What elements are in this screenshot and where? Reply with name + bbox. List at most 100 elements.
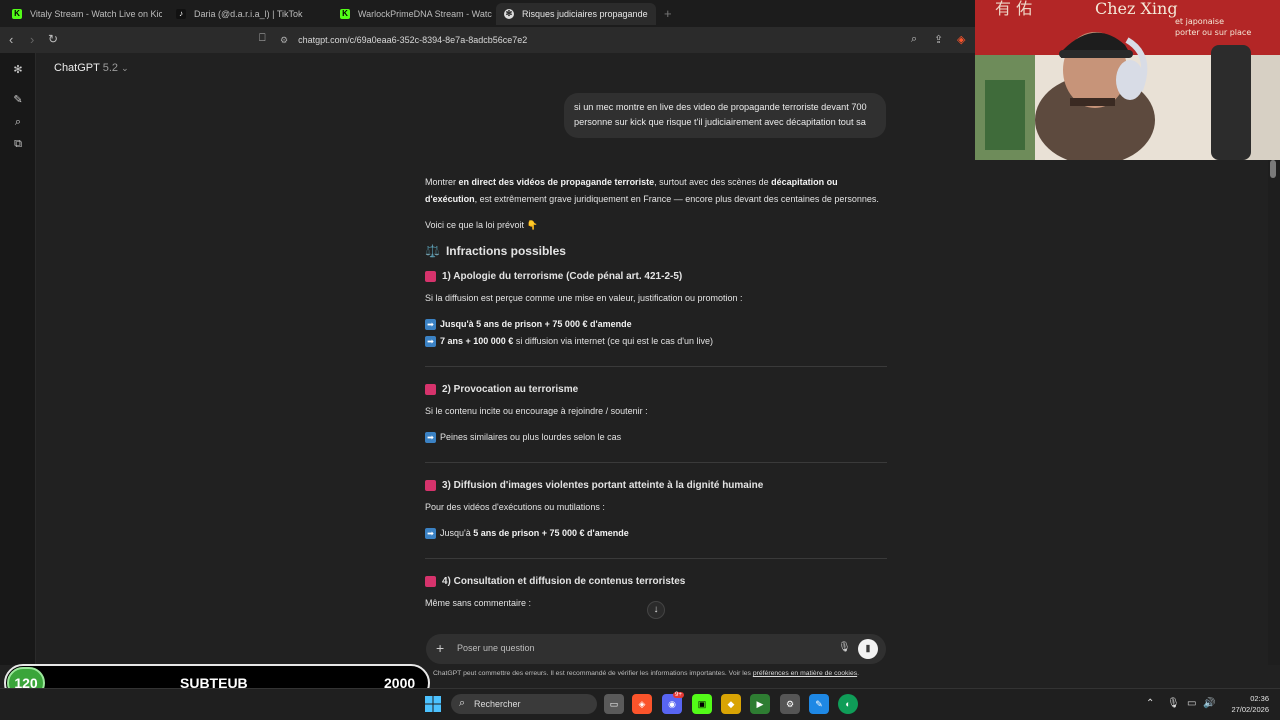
heading-text: Infractions possibles [445, 244, 566, 258]
plus-icon[interactable]: + [436, 640, 444, 656]
url-text: chatgpt.com/c/69a0eaa6-352c-8394-8e7a-8a… [298, 35, 528, 45]
disclaimer-text: ChatGPT peut commettre des erreurs. Il e… [433, 670, 859, 677]
subsection-desc: Si la diffusion est perçue comme une mis… [425, 293, 743, 303]
sign-lettering: et japonaise [1175, 17, 1224, 26]
divider [425, 558, 887, 559]
red-square-icon [425, 384, 436, 395]
clock-time: 02:36 [1250, 694, 1269, 703]
right-arrow-icon: ➡ [425, 319, 436, 330]
penalty-text: Jusqu'à 5 ans de prison + 75 000 € d'ame… [440, 319, 632, 329]
steam-icon[interactable]: ⚙ [780, 694, 800, 714]
section-heading: ⚖️ Infractions possibles [425, 243, 887, 260]
penalty-text: Jusqu'à 5 ans de prison + 75 000 € d'ame… [440, 525, 629, 542]
microphone-icon[interactable]: 🎙 [838, 642, 851, 653]
bookmark-icon[interactable]: ⎕ [259, 32, 266, 45]
address-bar[interactable]: ⚙ chatgpt.com/c/69a0eaa6-352c-8394-8e7a-… [280, 31, 880, 49]
brave-shield-icon[interactable]: ◈ [957, 33, 965, 46]
page-scrollbar[interactable] [1268, 160, 1280, 665]
chatgpt-icon: ✻ [504, 9, 514, 19]
subsection-desc: Pour des vidéos d'exécutions ou mutilati… [425, 502, 605, 512]
editor-icon[interactable]: ✎ [809, 694, 829, 714]
bold-span: 5 ans de prison + 75 000 € d'amende [473, 528, 629, 538]
webcam-overlay: 有 佑 Chez Xing et japonaise porter ou sur… [975, 0, 1280, 160]
search-icon[interactable]: ⌕ [11, 115, 25, 129]
terminal-icon[interactable]: ▶ [750, 694, 770, 714]
right-arrow-icon: ➡ [425, 432, 436, 443]
subsection-title-text: 3) Diffusion d'images violentes portant … [442, 480, 764, 491]
site-info-icon[interactable]: ⚙ [280, 35, 288, 46]
cookie-preferences-link[interactable]: préférences en matière de cookies [753, 670, 857, 677]
library-icon[interactable]: ⧉ [11, 137, 25, 151]
chevron-up-icon[interactable]: ⌃ [1146, 698, 1154, 709]
right-arrow-icon: ➡ [425, 528, 436, 539]
penalty-line: ➡ Jusqu'à 5 ans de prison + 75 000 € d'a… [425, 525, 887, 542]
right-arrow-icon: ➡ [425, 336, 436, 347]
tab-label: Vitaly Stream - Watch Live on Kick [30, 9, 162, 19]
model-name: ChatGPT [54, 62, 100, 74]
subsection-title-2: 2) Provocation au terrorisme [425, 381, 887, 398]
search-icon: ⌕ [459, 697, 466, 709]
display-icon[interactable]: ▭ [1187, 698, 1196, 709]
subsection-title-3: 3) Diffusion d'images violentes portant … [425, 477, 887, 494]
divider [425, 462, 887, 463]
text-span: ChatGPT peut commettre des erreurs. Il e… [433, 670, 753, 677]
text-span: Jusqu'à [440, 528, 474, 538]
forward-arrow-icon[interactable]: › [30, 32, 34, 47]
penalty-line: ➡ Jusqu'à 5 ans de prison + 75 000 € d'a… [425, 316, 887, 333]
volume-icon[interactable]: 🔊 [1203, 698, 1215, 709]
subsection-title-text: 1) Apologie du terrorisme (Code pénal ar… [442, 271, 683, 282]
task-view-icon[interactable]: ▭ [604, 694, 624, 714]
scrollbar-thumb[interactable] [1270, 160, 1276, 178]
divider [425, 366, 887, 367]
tab-warlock-stream[interactable]: K WarlockPrimeDNA Stream - Watch Li [332, 3, 492, 25]
intro-paragraph: Montrer en direct des vidéos de propagan… [425, 174, 887, 208]
subsection-desc: Si le contenu incite ou encourage à rejo… [425, 406, 648, 416]
text-span: . [857, 670, 860, 677]
reload-icon[interactable]: ↻ [48, 32, 58, 46]
tab-vitaly-stream[interactable]: K Vitaly Stream - Watch Live on Kick [4, 3, 162, 25]
penalty-line: ➡ 7 ans + 100 000 € si diffusion via int… [425, 333, 887, 350]
sidebar-rail: ✻ ✎ ⌕ ⧉ [0, 53, 36, 665]
microphone-icon[interactable]: 🎙 [1167, 698, 1180, 709]
kick-app-icon[interactable]: ▣ [692, 694, 712, 714]
penalty-text: 7 ans + 100 000 € si diffusion via inter… [440, 333, 713, 350]
taskbar-clock[interactable]: 02:36 27/02/2026 [1225, 693, 1269, 715]
subsection-title-text: 2) Provocation au terrorisme [442, 384, 579, 395]
arrow-down-icon: ↓ [653, 604, 659, 615]
sign-lettering: porter ou sur place [1175, 28, 1251, 37]
prompt-input[interactable]: Poser une question [457, 643, 535, 653]
kick-icon: K [12, 9, 22, 19]
zoom-icon[interactable]: ⌕ [911, 33, 917, 46]
back-arrow-icon[interactable]: ‹ [9, 32, 13, 47]
bold-span: 7 ans + 100 000 € [440, 336, 514, 346]
tab-chatgpt-active[interactable]: ✻ Risques judiciaires propagande ✕ [496, 3, 656, 25]
bold-span: en direct des vidéos de propagande terro… [458, 177, 655, 187]
text-span: Montrer [425, 177, 459, 187]
new-tab-button[interactable]: + [664, 6, 672, 21]
browser-tab-bar: K Vitaly Stream - Watch Live on Kick ♪ D… [0, 0, 975, 27]
red-square-icon [425, 271, 436, 282]
penalty-text: Peines similaires ou plus lourdes selon … [440, 432, 622, 442]
subsection-title-text: 4) Consultation et diffusion de contenus… [442, 576, 686, 587]
chevron-down-icon: ⌄ [121, 63, 129, 73]
tab-tiktok[interactable]: ♪ Daria (@d.a.r.i.a_l) | TikTok [168, 3, 328, 25]
edge-icon[interactable]: ◐ [838, 694, 858, 714]
webcam-image: 有 佑 Chez Xing et japonaise porter ou sur… [975, 0, 1280, 160]
share-icon[interactable]: ⇪ [934, 33, 943, 46]
penalty-line: ➡ Peines similaires ou plus lourdes selo… [425, 429, 887, 446]
brave-browser-icon[interactable]: ◈ [632, 694, 652, 714]
scroll-down-button[interactable]: ↓ [647, 601, 665, 619]
voice-mode-button[interactable]: ⦀ [858, 639, 878, 659]
taskbar-search[interactable]: ⌕ Rechercher [451, 694, 597, 714]
text-span: si diffusion via internet (ce qui est le… [513, 336, 713, 346]
chatgpt-logo-icon[interactable]: ✻ [11, 63, 25, 77]
app-icon[interactable]: ◆ [721, 694, 741, 714]
red-square-icon [425, 480, 436, 491]
model-selector[interactable]: ChatGPT 5.2 ⌄ [54, 62, 129, 74]
windows-start-icon[interactable] [424, 695, 442, 713]
tab-label: Daria (@d.a.r.i.a_l) | TikTok [194, 9, 303, 19]
tab-label: Risques judiciaires propagande [522, 9, 648, 19]
user-message-text: si un mec montre en live des video de pr… [574, 102, 867, 127]
new-chat-icon[interactable]: ✎ [11, 93, 25, 107]
text-span: , est extrêmement grave juridiquement en… [474, 194, 879, 204]
